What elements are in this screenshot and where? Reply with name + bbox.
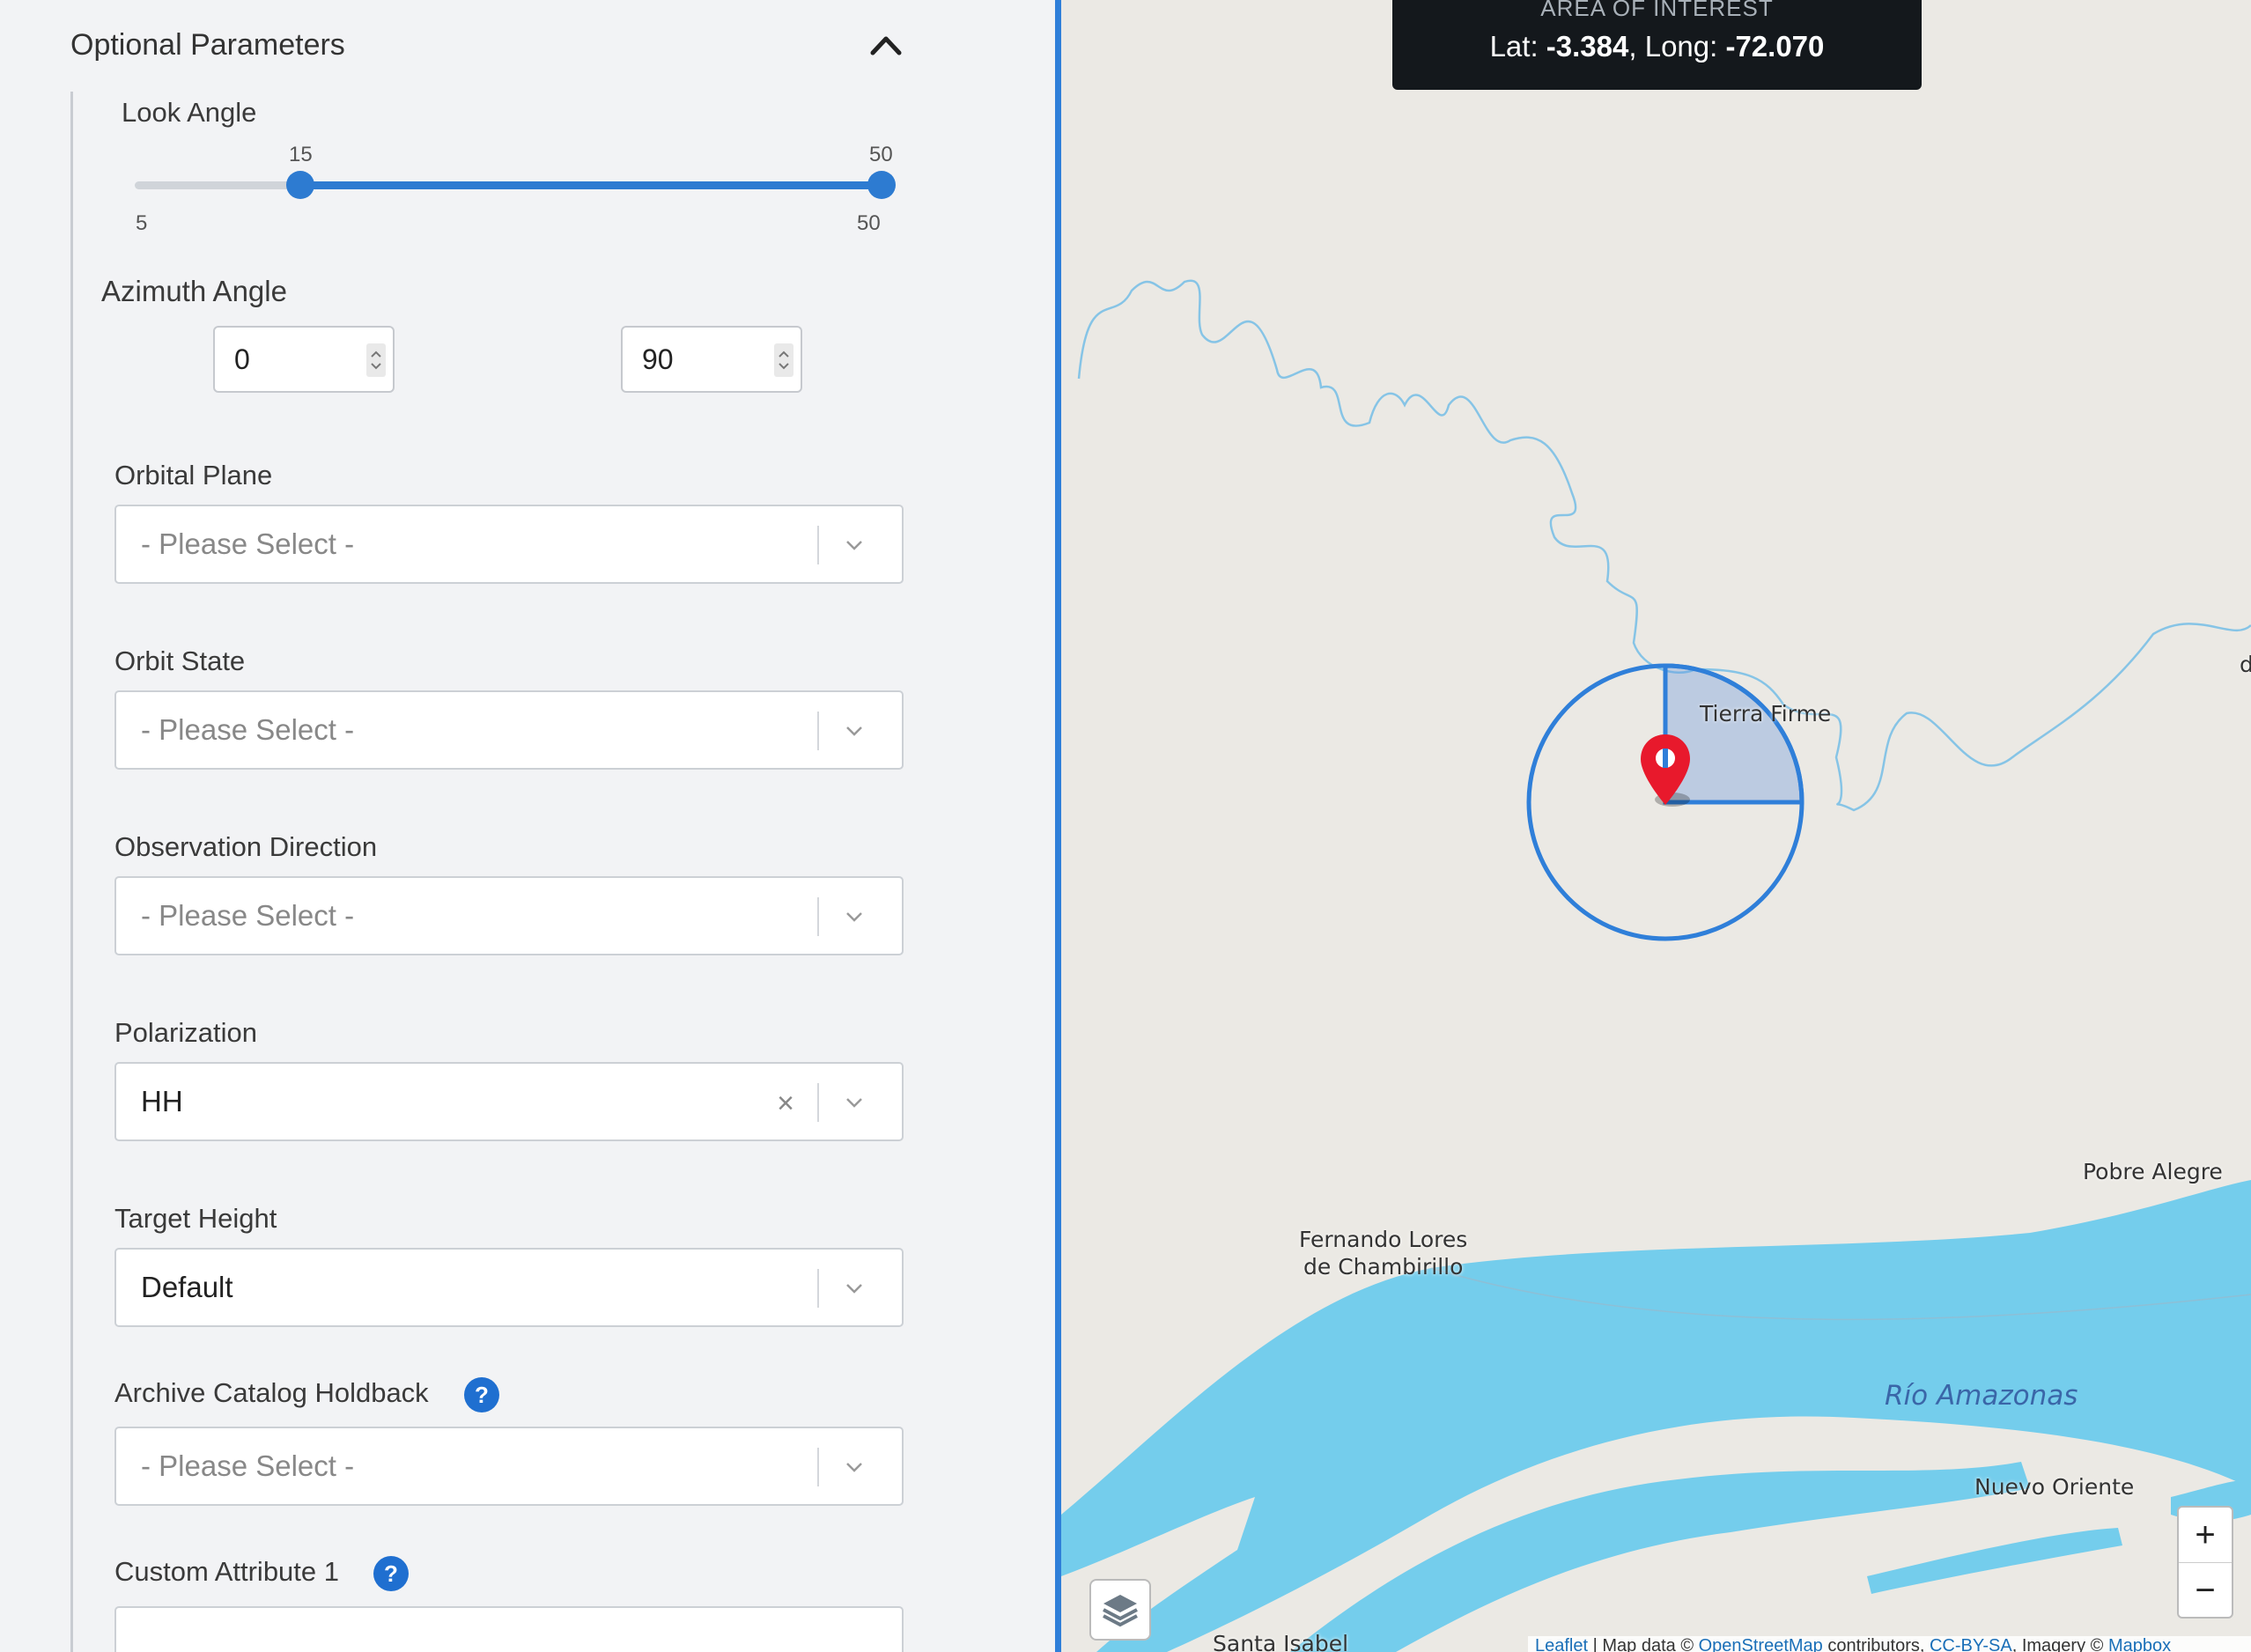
orbital-plane-label: Orbital Plane: [114, 460, 273, 490]
map-attribution: Leaflet | Map data © OpenStreetMap contr…: [1528, 1636, 2251, 1652]
zoom-control: + −: [2177, 1506, 2233, 1619]
place-nuevo-oriente: Nuevo Oriente: [1974, 1474, 2135, 1500]
stepper-icon[interactable]: [774, 343, 793, 377]
select-separator: [817, 1083, 819, 1122]
optional-parameters-title: Optional Parameters: [70, 28, 345, 62]
polarization-label: Polarization: [114, 1017, 257, 1048]
target-height-select[interactable]: Default: [114, 1248, 904, 1327]
observation-direction-select[interactable]: - Please Select -: [114, 876, 904, 955]
place-edge-d: d: [2240, 652, 2251, 677]
osm-link[interactable]: OpenStreetMap: [1699, 1636, 1823, 1652]
look-angle-range: [300, 181, 882, 189]
layers-icon: [1103, 1595, 1138, 1627]
chevron-down-icon[interactable]: [845, 1280, 863, 1297]
orbit-state-label: Orbit State: [114, 645, 246, 676]
stepper-icon[interactable]: [366, 343, 386, 377]
map-view[interactable]: AREA OF INTEREST Lat: -3.384, Long: -72.…: [1061, 0, 2251, 1652]
chevron-down-icon[interactable]: [845, 1094, 863, 1111]
azimuth-to-input[interactable]: 90: [621, 326, 802, 393]
aoi-coordinates: Lat: -3.384, Long: -72.070: [1392, 30, 1922, 63]
custom-attribute-1-input[interactable]: [114, 1606, 904, 1652]
chevron-down-icon[interactable]: [845, 536, 863, 554]
observation-direction-label: Observation Direction: [114, 831, 378, 862]
look-angle-high-value: 50: [869, 143, 893, 166]
custom-attribute-1-label: Custom Attribute 1: [114, 1556, 340, 1587]
look-angle-high-handle[interactable]: [867, 171, 896, 199]
map-marker-icon[interactable]: [1634, 729, 1697, 812]
panel-divider[interactable]: [1055, 0, 1061, 1652]
chevron-up-icon[interactable]: [867, 26, 904, 63]
azimuth-from-value: 0: [234, 343, 250, 375]
chevron-down-icon[interactable]: [845, 908, 863, 926]
azimuth-from-input[interactable]: 0: [213, 326, 395, 393]
place-tierra-firme: Tierra Firme: [1700, 701, 1832, 726]
license-link[interactable]: CC-BY-SA: [1930, 1636, 2012, 1652]
leaflet-link[interactable]: Leaflet: [1535, 1636, 1588, 1652]
chevron-down-icon[interactable]: [845, 722, 863, 740]
orbital-plane-select[interactable]: - Please Select -: [114, 505, 904, 584]
mapbox-link[interactable]: Mapbox: [2108, 1636, 2171, 1652]
polarization-value: HH: [141, 1085, 183, 1117]
look-angle-min-label: 5: [136, 211, 148, 235]
clear-icon[interactable]: ×: [777, 1087, 794, 1121]
target-height-value: Default: [141, 1271, 233, 1303]
layers-button[interactable]: [1089, 1579, 1151, 1641]
lat-value: -3.384: [1546, 30, 1629, 63]
section-rail: [70, 92, 73, 1652]
orbit-state-select[interactable]: - Please Select -: [114, 690, 904, 770]
select-separator: [817, 1269, 819, 1308]
help-icon[interactable]: ?: [373, 1556, 409, 1591]
target-height-label: Target Height: [114, 1203, 277, 1234]
zoom-in-button[interactable]: +: [2179, 1508, 2232, 1563]
select-separator: [817, 897, 819, 936]
place-pobre-alegre: Pobre Alegre: [2083, 1159, 2223, 1184]
chevron-down-icon[interactable]: [845, 1458, 863, 1476]
archive-catalog-holdback-label: Archive Catalog Holdback: [114, 1377, 429, 1408]
place-santa-isabel: Santa Isabel: [1213, 1631, 1349, 1652]
place-fernando-lores: Fernando Lores: [1299, 1227, 1468, 1252]
attribution-text-2: contributors,: [1822, 1636, 1930, 1652]
azimuth-angle-label: Azimuth Angle: [101, 275, 287, 307]
place-de-chambirillo: de Chambirillo: [1303, 1254, 1464, 1280]
polarization-select[interactable]: HH ×: [114, 1062, 904, 1141]
azimuth-to-value: 90: [642, 343, 674, 375]
attribution-text-1: | Map data ©: [1588, 1636, 1699, 1652]
orbit-state-placeholder: - Please Select -: [141, 713, 355, 746]
archive-catalog-holdback-select[interactable]: - Please Select -: [114, 1427, 904, 1506]
optional-parameters-panel: Optional Parameters Look Angle 15 50 5 5…: [0, 0, 1057, 1652]
river-label: Río Amazonas: [1885, 1380, 2078, 1412]
orbital-plane-placeholder: - Please Select -: [141, 527, 355, 560]
area-of-interest-readout: AREA OF INTEREST Lat: -3.384, Long: -72.…: [1392, 0, 1922, 90]
help-icon[interactable]: ?: [464, 1377, 499, 1412]
aoi-title: AREA OF INTEREST: [1540, 0, 1774, 21]
look-angle-low-handle[interactable]: [286, 171, 314, 199]
select-separator: [817, 712, 819, 750]
attribution-text-3: , Imagery ©: [2011, 1636, 2108, 1652]
zoom-out-button[interactable]: −: [2179, 1563, 2232, 1618]
look-angle-label: Look Angle: [122, 97, 257, 128]
select-separator: [817, 1448, 819, 1486]
archive-catalog-holdback-placeholder: - Please Select -: [141, 1449, 355, 1482]
look-angle-low-value: 15: [289, 143, 313, 166]
lat-label: Lat:: [1489, 30, 1546, 63]
long-value: -72.070: [1725, 30, 1825, 63]
look-angle-max-label: 50: [857, 211, 881, 235]
select-separator: [817, 526, 819, 564]
long-label: , Long:: [1628, 30, 1726, 63]
observation-direction-placeholder: - Please Select -: [141, 899, 355, 932]
